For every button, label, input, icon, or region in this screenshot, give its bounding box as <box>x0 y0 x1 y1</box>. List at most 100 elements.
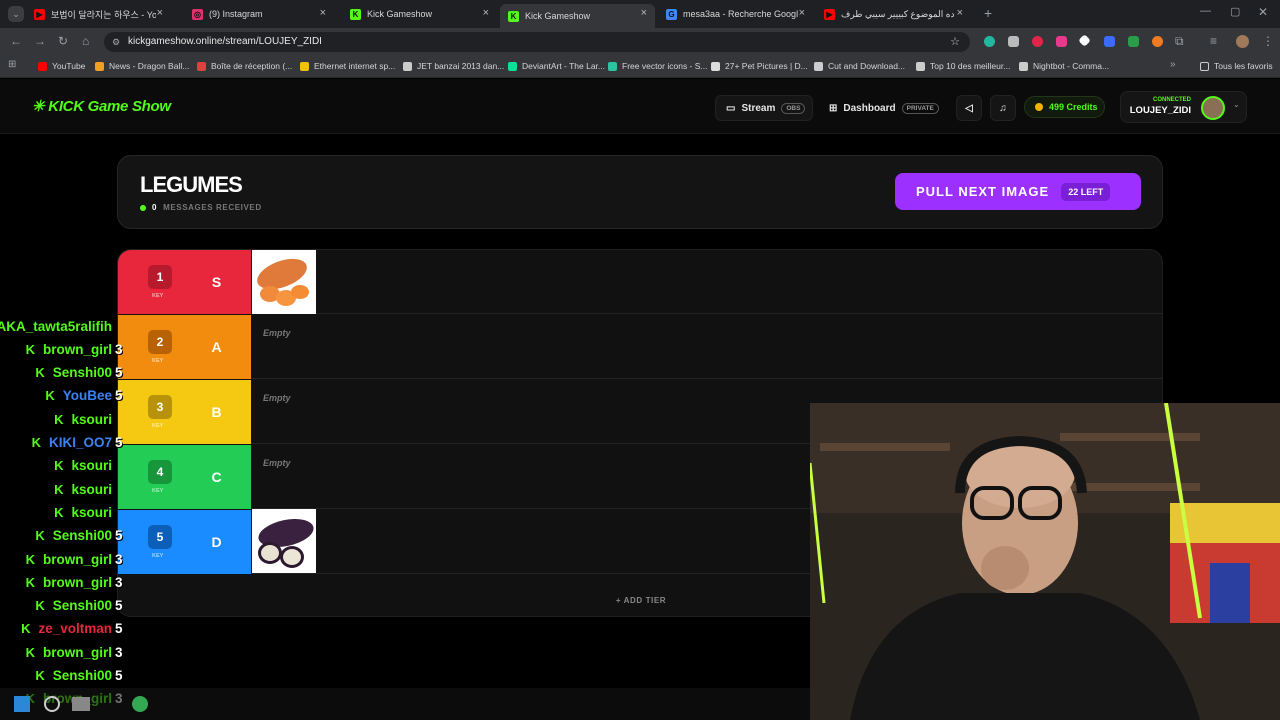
chat-username[interactable]: ksouri <box>71 505 112 520</box>
dashboard-button[interactable]: ⊞ Dashboard PRIVATE <box>818 95 946 121</box>
menu-dots-icon[interactable]: ⋮ <box>1262 34 1274 48</box>
reload-icon[interactable]: ↻ <box>58 34 68 48</box>
chrome-icon[interactable] <box>132 696 148 712</box>
back-icon[interactable]: ← <box>10 34 22 48</box>
webcam-overlay <box>810 403 1280 720</box>
close-tab-icon[interactable]: × <box>157 7 163 19</box>
chat-message: Kksouri <box>54 409 112 429</box>
search-icon[interactable] <box>44 696 60 712</box>
chat-username[interactable]: KIKI_OO7 <box>49 435 112 450</box>
tier-key-cell: 2 KEY <box>118 315 182 379</box>
bookmark-item[interactable]: Boîte de réception (... <box>197 61 292 71</box>
bookmark-favicon-icon <box>95 61 104 71</box>
extension-icon[interactable] <box>984 36 995 47</box>
bookmark-item[interactable]: Free vector icons - S... <box>608 61 708 71</box>
app-logo[interactable]: ✳ KICK Game Show <box>32 97 171 115</box>
tier-label[interactable]: S <box>182 250 251 314</box>
pull-next-image-button[interactable]: PULL NEXT IMAGE 22 LEFT <box>895 173 1141 210</box>
sound-button[interactable]: ◁ <box>956 95 982 121</box>
chat-vote: 3 <box>115 574 123 590</box>
chat-message: Kbrown_girl3 <box>26 549 123 569</box>
browser-tab[interactable]: K Kick Gameshow × <box>500 4 655 28</box>
close-tab-icon[interactable]: × <box>320 7 326 19</box>
bookmark-item[interactable]: 27+ Pet Pictures | D... <box>711 61 808 71</box>
tier-key-cell: 5 KEY <box>118 510 182 574</box>
bookmark-item[interactable]: JET banzai 2013 dan... <box>403 61 504 71</box>
tab-search-icon[interactable]: ⌄ <box>8 6 24 22</box>
close-window-icon[interactable]: ✕ <box>1258 5 1268 19</box>
extension-icon[interactable] <box>1056 36 1067 47</box>
chat-username[interactable]: brown_girl <box>43 645 112 660</box>
stream-button[interactable]: ▭ Stream OBS <box>715 95 813 121</box>
address-input[interactable]: ⚙ kickgameshow.online/stream/LOUJEY_ZIDI… <box>104 32 970 52</box>
chat-message: K Senshi00 5 <box>35 526 122 546</box>
chat-username[interactable]: brown_girl <box>43 575 112 590</box>
chat-username[interactable]: Senshi00 <box>53 598 112 613</box>
close-tab-icon[interactable]: × <box>799 7 805 19</box>
tier-row[interactable]: 2 KEY A Empty <box>118 315 1162 379</box>
user-menu[interactable]: CONNECTED LOUJEY_ZIDI ⌄ <box>1120 91 1247 123</box>
chat-username[interactable]: Senshi00 <box>53 528 112 543</box>
sweet-potato-image[interactable] <box>252 250 316 314</box>
all-bookmarks-folder[interactable]: Tous les favoris <box>1200 61 1273 71</box>
eggplant-image[interactable] <box>252 509 316 573</box>
forward-icon[interactable]: → <box>34 34 46 48</box>
tier-key-label: KEY <box>152 423 164 429</box>
extension-icon[interactable] <box>1032 36 1043 47</box>
bookmark-item[interactable]: Top 10 des meilleur... <box>916 61 1010 71</box>
chat-username[interactable]: ze_voltman <box>38 621 112 636</box>
camera-extension-icon[interactable] <box>1008 36 1019 47</box>
browser-tab[interactable]: Gmesa3aa - Recherche Google × <box>658 4 813 24</box>
maximize-icon[interactable]: ▢ <box>1230 5 1240 18</box>
bookmark-item[interactable]: YouTube <box>38 61 85 71</box>
chat-username[interactable]: ksouri <box>71 412 112 427</box>
home-icon[interactable]: ⌂ <box>82 34 89 48</box>
bookmark-favicon-icon <box>508 61 517 71</box>
browser-tab[interactable]: ▶ لا ده الموضوع كبييير سيبي طرف × <box>816 4 971 24</box>
close-tab-icon[interactable]: × <box>483 7 489 19</box>
chat-username[interactable]: Senshi00 <box>53 668 112 683</box>
bookmark-favicon-icon <box>916 61 925 71</box>
tier-label[interactable]: D <box>182 510 251 574</box>
browser-tab[interactable]: ◎ (9) Instagram × <box>184 4 334 24</box>
chat-vote: 3 <box>115 644 123 660</box>
site-info-icon[interactable]: ⚙ <box>112 32 120 52</box>
more-bookmarks-icon[interactable]: » <box>1170 59 1176 70</box>
extension-icon[interactable] <box>1078 34 1091 47</box>
notifications-button[interactable]: ♫ <box>990 95 1016 121</box>
tier-label[interactable]: A <box>182 315 251 379</box>
new-tab-icon[interactable]: + <box>984 5 992 21</box>
bookmark-item[interactable]: Nightbot - Comma... <box>1019 61 1109 71</box>
extension-icon[interactable] <box>1128 36 1139 47</box>
close-tab-icon[interactable]: × <box>641 7 647 19</box>
chat-username[interactable]: brown_girl <box>43 342 112 357</box>
credits-badge[interactable]: 499 Credits <box>1024 96 1105 118</box>
chat-username[interactable]: brown_girl <box>43 552 112 567</box>
chat-username[interactable]: YouBee <box>63 388 112 403</box>
bookmark-star-icon[interactable]: ☆ <box>950 32 960 52</box>
bookmark-item[interactable]: Cut and Download... <box>814 61 905 71</box>
browser-tab[interactable]: ▶보법이 달라지는 하우스 - YouTube× <box>26 4 171 24</box>
apps-grid-icon[interactable]: ⊞ <box>8 59 16 70</box>
reading-list-icon[interactable]: ≡ <box>1210 34 1217 48</box>
close-tab-icon[interactable]: × <box>957 7 963 19</box>
chat-username[interactable]: AKA_tawta5ralifih <box>0 319 112 334</box>
chat-username[interactable]: Senshi00 <box>53 365 112 380</box>
extension-icon[interactable] <box>1104 36 1115 47</box>
windows-start-icon[interactable] <box>14 696 30 712</box>
extensions-puzzle-icon[interactable]: ⧉ <box>1175 34 1184 49</box>
task-view-icon[interactable] <box>72 697 90 711</box>
kick-badge-icon: K <box>35 365 45 381</box>
bookmark-item[interactable]: DeviantArt - The Lar... <box>508 61 605 71</box>
bookmark-item[interactable]: News - Dragon Ball... <box>95 61 189 71</box>
chat-username[interactable]: ksouri <box>71 458 112 473</box>
browser-tab[interactable]: K Kick Gameshow × <box>342 4 497 24</box>
minimize-icon[interactable]: — <box>1200 5 1211 17</box>
tier-label[interactable]: B <box>182 380 251 444</box>
tier-label[interactable]: C <box>182 445 251 509</box>
bookmark-item[interactable]: Ethernet internet sp... <box>300 61 395 71</box>
chat-username[interactable]: ksouri <box>71 482 112 497</box>
profile-avatar[interactable] <box>1236 35 1249 48</box>
extension-icon[interactable] <box>1152 36 1163 47</box>
username: LOUJEY_ZIDI <box>1129 105 1191 116</box>
